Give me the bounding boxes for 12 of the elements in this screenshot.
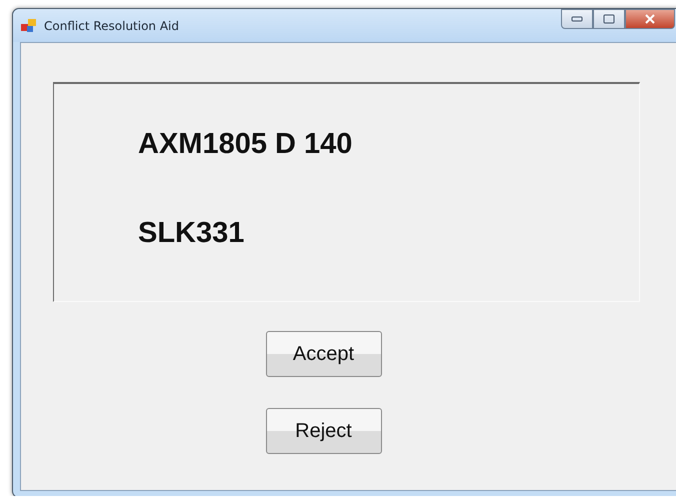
window-title: Conflict Resolution Aid xyxy=(44,18,180,32)
maximize-button[interactable] xyxy=(593,9,625,29)
close-icon xyxy=(644,14,656,24)
minimize-button[interactable] xyxy=(561,9,593,29)
close-button[interactable] xyxy=(625,9,675,29)
maximize-icon xyxy=(603,14,615,24)
accept-button[interactable]: Accept xyxy=(266,331,382,377)
reject-button[interactable]: Reject xyxy=(266,408,382,454)
callsign-text: AXM1805 D 140 xyxy=(138,127,354,162)
app-icon xyxy=(21,18,37,32)
minimize-icon xyxy=(571,16,583,22)
callsign-text: SLK331 xyxy=(138,216,246,251)
